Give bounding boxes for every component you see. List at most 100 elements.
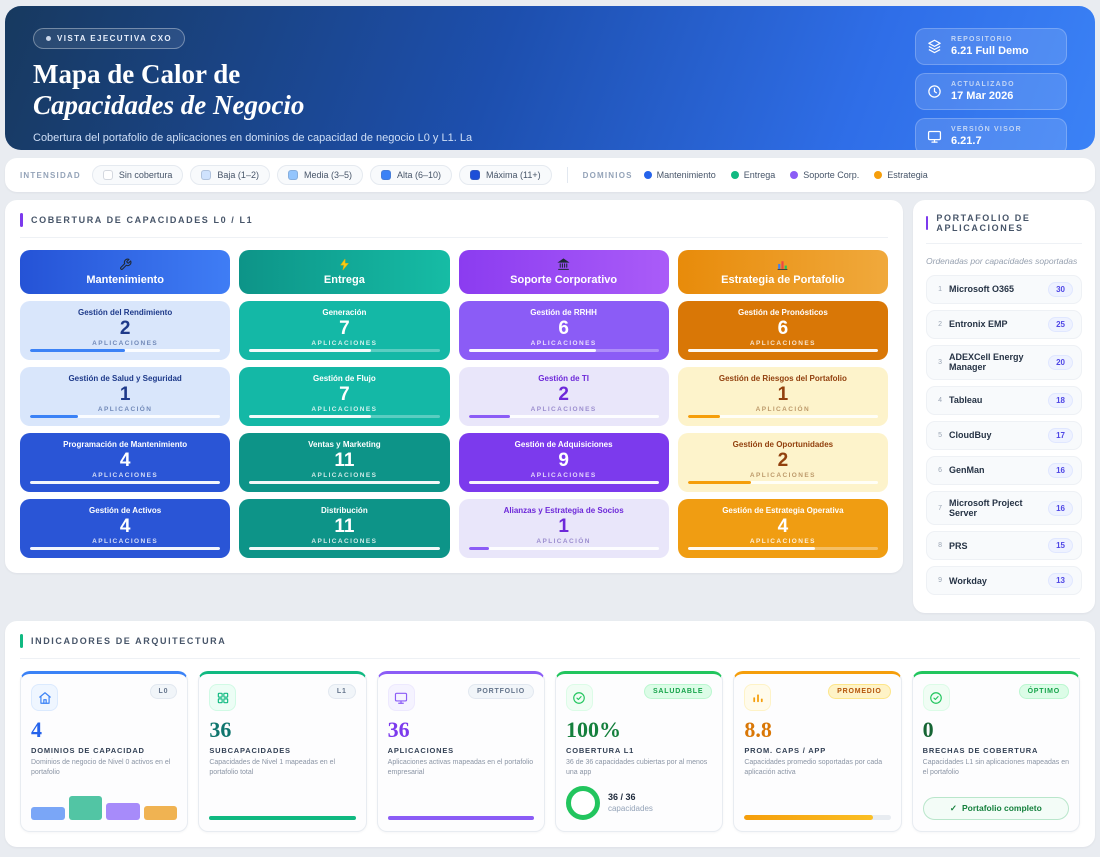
app-rank: 6 (935, 467, 942, 474)
kpi-value: 0 (923, 719, 1069, 741)
kpi-label: DOMINIOS DE CAPACIDAD (31, 746, 177, 755)
app-capability-count-badge: 18 (1048, 393, 1073, 408)
domain-legend-label: Entrega (744, 170, 776, 180)
domain-header-estrategia[interactable]: Estrategia de Portafolio (678, 250, 888, 294)
capability-cell[interactable]: Generación 7 APLICACIONES (239, 301, 449, 360)
monitor-icon (388, 684, 415, 711)
coverage-bar-track (30, 415, 220, 418)
capability-cell[interactable]: Distribución 11 APLICACIONES (239, 499, 449, 558)
app-list-item[interactable]: 6 GenMan 16 (926, 456, 1082, 485)
legend-bar: INTENSIDAD Sin cobertura Baja (1–2) Medi… (5, 158, 1095, 192)
intensity-pill[interactable]: Máxima (11+) (459, 165, 552, 185)
check-icon: ✓ (950, 803, 957, 814)
intensity-swatch-icon (103, 170, 113, 180)
app-list-item[interactable]: 2 Entronix EMP 25 (926, 310, 1082, 339)
app-list-item[interactable]: 5 CloudBuy 17 (926, 421, 1082, 450)
capability-name: Gestión de Salud y Seguridad (68, 374, 181, 384)
capability-cell[interactable]: Gestión de RRHH 6 APLICACIONES (459, 301, 669, 360)
kpi-description: Dominios de negocio de Nivel 0 activos e… (31, 758, 177, 778)
domain-legend-label: Mantenimiento (657, 170, 716, 180)
coverage-bar-track (469, 547, 659, 550)
coverage-ratio: 36 / 36 (608, 792, 653, 802)
capability-name: Gestión de Pronósticos (738, 308, 828, 318)
kpi-label: BRECHAS DE COBERTURA (923, 746, 1069, 755)
capability-unit-label: APLICACIONES (750, 472, 816, 479)
capability-cell[interactable]: Gestión de TI 2 APLICACIONES (459, 367, 669, 426)
app-name: Entronix EMP (949, 319, 1041, 329)
app-capability-count-badge: 20 (1048, 355, 1073, 370)
check-circle-icon (923, 684, 950, 711)
capability-cell[interactable]: Gestión de Adquisiciones 9 APLICACIONES (459, 433, 669, 492)
domain-mini-bar-chart (31, 794, 177, 820)
status-badge: PROMEDIO (828, 684, 891, 699)
coverage-bar-track (249, 547, 439, 550)
lightning-icon (338, 258, 351, 271)
coverage-bar-fill (30, 481, 220, 484)
app-list-item[interactable]: 1 Microsoft O365 30 (926, 275, 1082, 304)
capability-app-count: 2 (558, 385, 569, 405)
capability-app-count: 6 (558, 319, 569, 339)
app-rank: 7 (935, 505, 942, 512)
capability-name: Generación (322, 308, 366, 318)
app-name: Tableau (949, 395, 1041, 405)
app-list-item[interactable]: 7 Microsoft Project Server 16 (926, 491, 1082, 526)
capability-app-count: 2 (120, 319, 131, 339)
capability-cell[interactable]: Programación de Mantenimiento 4 APLICACI… (20, 433, 230, 492)
intensity-pill-label: Media (3–5) (304, 170, 352, 180)
kpi-description: 36 de 36 capacidades cubiertas por al me… (566, 758, 712, 778)
intensity-pill[interactable]: Sin cobertura (92, 165, 184, 185)
coverage-bar-track (688, 415, 878, 418)
capability-cell[interactable]: Gestión del Rendimiento 2 APLICACIONES (20, 301, 230, 360)
viewer-version-chip: VERSIÓN VISOR 6.21.7 (915, 118, 1067, 150)
mini-bar (106, 803, 140, 820)
app-capability-count-badge: 16 (1048, 463, 1073, 478)
indicators-section-title: INDICADORES DE ARQUITECTURA (31, 636, 226, 646)
kpi-label: SUBCAPACIDADES (209, 746, 355, 755)
intensity-pill[interactable]: Media (3–5) (277, 165, 363, 185)
domain-header-mantenimiento[interactable]: Mantenimiento (20, 250, 230, 294)
capability-cell[interactable]: Gestión de Riesgos del Portafolio 1 APLI… (678, 367, 888, 426)
heatmap-section-title: COBERTURA DE CAPACIDADES L0 / L1 (31, 215, 253, 225)
capability-app-count: 7 (339, 385, 350, 405)
capability-cell[interactable]: Gestión de Pronósticos 6 APLICACIONES (678, 301, 888, 360)
executive-view-badge: VISTA EJECUTIVA CXO (33, 28, 185, 49)
app-list-item[interactable]: 4 Tableau 18 (926, 386, 1082, 415)
hero-meta-chips: REPOSITORIO 6.21 Full Demo ACTUALIZADO 1… (915, 28, 1067, 150)
capability-cell[interactable]: Gestión de Flujo 7 APLICACIONES (239, 367, 449, 426)
capability-unit-label: APLICACIONES (92, 538, 158, 545)
coverage-bar-track (249, 481, 439, 484)
capability-cell[interactable]: Gestión de Activos 4 APLICACIONES (20, 499, 230, 558)
page-title-line2: Capacidades de Negocio (33, 90, 493, 121)
kpi-card-subcapabilities: L1 36 SUBCAPACIDADES Capacidades de Nive… (198, 671, 366, 832)
capability-app-count: 4 (120, 517, 131, 537)
app-list-item[interactable]: 8 PRS 15 (926, 531, 1082, 560)
capability-cell[interactable]: Alianzas y Estrategia de Socios 1 APLICA… (459, 499, 669, 558)
viewer-version-label: VERSIÓN VISOR (951, 126, 1022, 133)
capability-cell[interactable]: Gestión de Salud y Seguridad 1 APLICACIÓ… (20, 367, 230, 426)
app-name: Microsoft Project Server (949, 498, 1041, 519)
domain-header-entrega[interactable]: Entrega (239, 250, 449, 294)
domain-dot-icon (731, 171, 739, 179)
capability-app-count: 1 (558, 517, 569, 537)
status-badge: ÓPTIMO (1019, 684, 1069, 699)
app-rank: 2 (935, 321, 942, 328)
capability-cell[interactable]: Ventas y Marketing 11 APLICACIONES (239, 433, 449, 492)
capability-cell[interactable]: Gestión de Estrategia Operativa 4 APLICA… (678, 499, 888, 558)
intensity-pill[interactable]: Baja (1–2) (190, 165, 270, 185)
domain-legend-item: Entrega (731, 170, 776, 180)
capability-heatmap-grid: Mantenimiento Entrega Soporte Corporativ… (20, 250, 888, 558)
app-list-item[interactable]: 3 ADEXCell Energy Manager 20 (926, 345, 1082, 380)
home-icon (31, 684, 58, 711)
domain-header-soporte[interactable]: Soporte Corporativo (459, 250, 669, 294)
app-list-item[interactable]: 9 Workday 13 (926, 566, 1082, 595)
app-rank: 4 (935, 397, 942, 404)
intensity-pill[interactable]: Alta (6–10) (370, 165, 452, 185)
capability-unit-label: APLICACIÓN (98, 406, 152, 413)
capability-unit-label: APLICACIONES (531, 472, 597, 479)
kpi-label: COBERTURA L1 (566, 746, 712, 755)
legend-divider (567, 167, 568, 183)
capability-name: Gestión de Oportunidades (733, 440, 833, 450)
capability-name: Gestión del Rendimiento (78, 308, 172, 318)
capability-cell[interactable]: Gestión de Oportunidades 2 APLICACIONES (678, 433, 888, 492)
kpi-value: 4 (31, 719, 177, 741)
